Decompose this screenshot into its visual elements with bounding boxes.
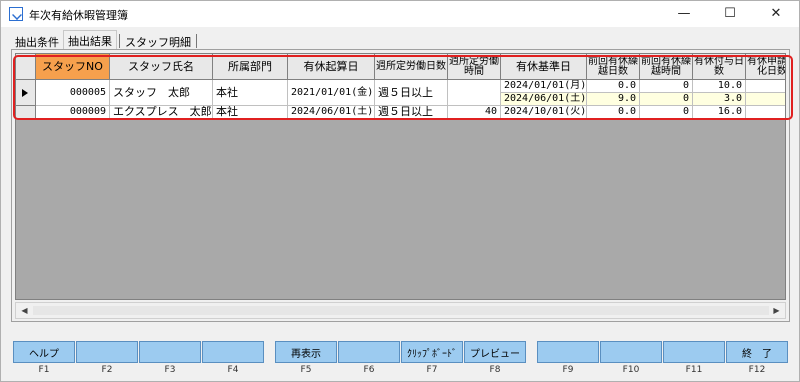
- col-header-weekly-days[interactable]: 週所定労働日数: [375, 54, 448, 80]
- cell-staff-name[interactable]: エクスプレス 太郎: [110, 106, 213, 119]
- minimize-button[interactable]: —: [661, 1, 707, 27]
- function-key-bar: ヘルプ 再表示 ｸﾘｯﾌﾟﾎﾞｰﾄﾞ プレビュー 終 了: [13, 341, 791, 363]
- col-header-carry-hours[interactable]: 前回有休繰越時間: [640, 54, 693, 80]
- fkey-label: F7: [426, 365, 438, 375]
- f4-button[interactable]: [202, 341, 264, 363]
- f12-exit-button[interactable]: 終 了: [726, 341, 788, 363]
- cell-weekly-days[interactable]: 週５日以上: [375, 80, 448, 106]
- row-selector[interactable]: [16, 106, 36, 119]
- cell-staff-no[interactable]: 000009: [36, 106, 110, 119]
- cell-grant-days[interactable]: 3.0: [693, 93, 746, 106]
- f6-button[interactable]: [338, 341, 400, 363]
- cell-start-date[interactable]: 2024/06/01(土): [288, 106, 375, 119]
- fkey-label: F6: [363, 365, 375, 375]
- fkey-label: F11: [685, 365, 703, 375]
- cell-weekly-hours[interactable]: 40: [448, 106, 501, 119]
- tab-extraction-results[interactable]: 抽出結果: [63, 30, 117, 50]
- col-header-carry-days[interactable]: 前回有休繰越日数: [587, 54, 640, 80]
- cell-base-date[interactable]: 2024/06/01(土): [501, 93, 587, 106]
- cell-grant-days[interactable]: 10.0: [693, 80, 746, 93]
- col-header-used-days[interactable]: 有休申請消化日数: [746, 54, 785, 80]
- horizontal-scrollbar[interactable]: ◀ ▶: [15, 302, 786, 319]
- fkey-label: F2: [101, 365, 113, 375]
- cell-carry-hours[interactable]: 0: [640, 93, 693, 106]
- cell-carry-hours[interactable]: 0: [640, 106, 693, 119]
- tab-staff-details[interactable]: スタッフ明細: [121, 32, 195, 50]
- cell-staff-name[interactable]: スタッフ 太郎: [110, 80, 213, 106]
- scroll-right-icon[interactable]: ▶: [768, 303, 785, 318]
- fkey-label: F1: [38, 365, 50, 375]
- cell-weekly-hours[interactable]: [448, 80, 501, 106]
- cell-carry-days[interactable]: 9.0: [587, 93, 640, 106]
- scrollbar-thumb[interactable]: [33, 306, 769, 315]
- f8-preview-button[interactable]: プレビュー: [464, 341, 526, 363]
- col-header-department[interactable]: 所属部門: [213, 54, 288, 80]
- app-icon: [9, 7, 23, 21]
- fkey-label: F5: [300, 365, 312, 375]
- cell-department[interactable]: 本社: [213, 106, 288, 119]
- cell-staff-no[interactable]: 000005: [36, 80, 110, 106]
- f3-button[interactable]: [139, 341, 201, 363]
- maximize-button[interactable]: ☐: [707, 1, 753, 27]
- scroll-left-icon[interactable]: ◀: [16, 303, 33, 318]
- col-header-staff-no[interactable]: スタッフNO: [36, 54, 110, 80]
- cell-base-date[interactable]: 2024/10/01(火): [501, 106, 587, 119]
- col-header-base-date[interactable]: 有休基準日: [501, 54, 587, 80]
- f1-help-button[interactable]: ヘルプ: [13, 341, 75, 363]
- col-header-staff-name[interactable]: スタッフ氏名: [110, 54, 213, 80]
- f2-button[interactable]: [76, 341, 138, 363]
- fkey-label: F4: [227, 365, 239, 375]
- window-title: 年次有給休暇管理簿: [29, 9, 128, 22]
- cell-carry-days[interactable]: 0.0: [587, 80, 640, 93]
- cell-used-days[interactable]: 1: [746, 80, 785, 93]
- f9-button[interactable]: [537, 341, 599, 363]
- f11-button[interactable]: [663, 341, 725, 363]
- cell-carry-hours[interactable]: 0: [640, 80, 693, 93]
- col-header-start-date[interactable]: 有休起算日: [288, 54, 375, 80]
- row-selector-current[interactable]: [16, 80, 36, 106]
- cell-start-date[interactable]: 2021/01/01(金): [288, 80, 375, 106]
- f7-clipboard-button[interactable]: ｸﾘｯﾌﾟﾎﾞｰﾄﾞ: [401, 341, 463, 363]
- fkey-label: F12: [748, 365, 766, 375]
- f10-button[interactable]: [600, 341, 662, 363]
- cell-base-date[interactable]: 2024/01/01(月): [501, 80, 587, 93]
- title-bar: 年次有給休暇管理簿 — ☐ ✕: [1, 1, 799, 27]
- cell-carry-days[interactable]: 0.0: [587, 106, 640, 119]
- cell-department[interactable]: 本社: [213, 80, 288, 106]
- close-button[interactable]: ✕: [753, 1, 799, 27]
- cell-grant-days[interactable]: 16.0: [693, 106, 746, 119]
- app-window: 年次有給休暇管理簿 — ☐ ✕ 抽出条件 抽出結果 スタッフ明細 スタッフNO …: [0, 0, 800, 382]
- col-header-weekly-hours[interactable]: 週所定労働時間: [448, 54, 501, 80]
- f5-refresh-button[interactable]: 再表示: [275, 341, 337, 363]
- results-grid[interactable]: スタッフNO スタッフ氏名 所属部門 有休起算日 週所定労働日数 週所定労働時間…: [15, 53, 786, 300]
- tab-separator: [196, 34, 197, 48]
- grid-corner: [16, 54, 36, 80]
- cell-used-days[interactable]: 1: [746, 106, 785, 119]
- cell-weekly-days[interactable]: 週５日以上: [375, 106, 448, 119]
- fkey-label: F3: [164, 365, 176, 375]
- cell-used-days[interactable]: 0: [746, 93, 785, 106]
- fkey-label: F8: [489, 365, 501, 375]
- results-panel: スタッフNO スタッフ氏名 所属部門 有休起算日 週所定労働日数 週所定労働時間…: [11, 49, 793, 322]
- tab-separator: [119, 34, 120, 48]
- fkey-label: F10: [622, 365, 640, 375]
- current-row-arrow-icon: [22, 89, 28, 97]
- fkey-label: F9: [562, 365, 574, 375]
- col-header-grant-days[interactable]: 有休付与日数: [693, 54, 746, 80]
- tab-extraction-conditions[interactable]: 抽出条件: [11, 32, 63, 50]
